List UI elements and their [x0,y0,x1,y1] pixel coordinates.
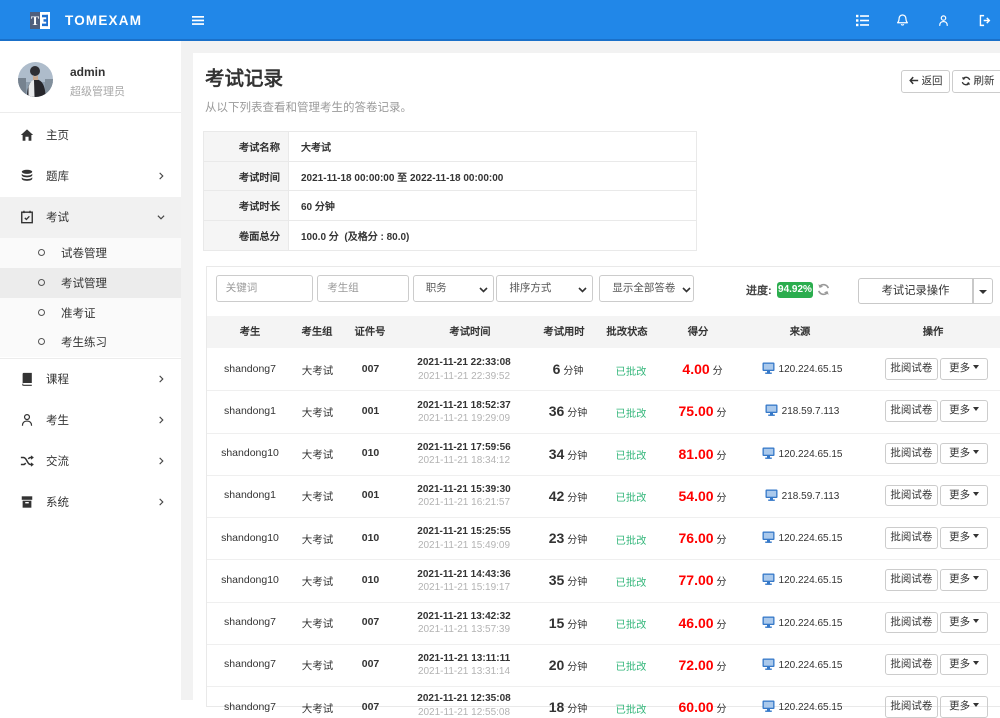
svg-text:T: T [31,14,40,28]
